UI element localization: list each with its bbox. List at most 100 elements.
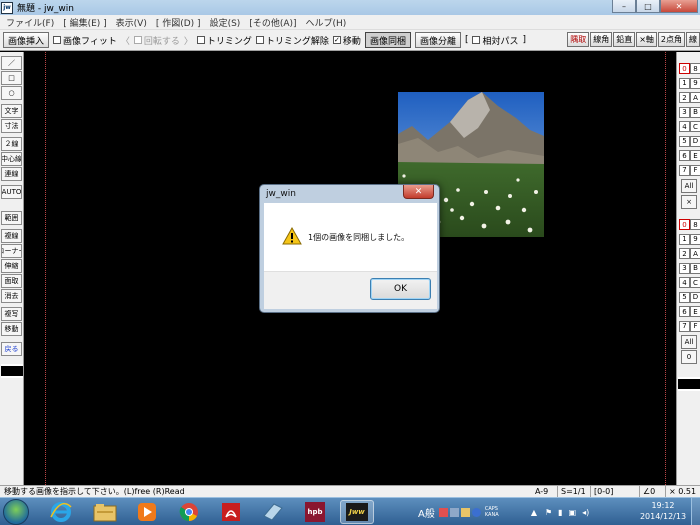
status-angle[interactable]: ∠0 (639, 486, 655, 497)
group2-layer-2[interactable]: 2 (679, 248, 690, 259)
menu-file[interactable]: ファイル(F) (6, 16, 54, 29)
group2-layer-E[interactable]: E (690, 306, 700, 317)
group2-layer-1[interactable]: 1 (679, 233, 690, 245)
menu-view[interactable]: 表示(V) (116, 16, 147, 29)
tray-ime-pad-icon[interactable] (449, 507, 459, 517)
tool-chamfer[interactable]: 面取 (1, 274, 22, 288)
tool-erase[interactable]: 消去 (1, 289, 22, 303)
tray-tool-icon[interactable] (460, 507, 470, 517)
image-split-button[interactable]: 画像分離 (414, 32, 461, 48)
group2-layer-C[interactable]: C (690, 277, 700, 288)
group1-layer-B[interactable]: B (690, 106, 700, 118)
fit-image-checkbox[interactable]: 画像フィット (53, 34, 117, 47)
group2-layer-3[interactable]: 3 (679, 262, 690, 274)
status-group[interactable]: [0-0] (590, 486, 638, 497)
tool-line[interactable]: ／ (1, 56, 22, 70)
tool-centerline[interactable]: 中心線 (1, 152, 22, 166)
group1-layer-F[interactable]: F (690, 164, 700, 176)
menu-draw[interactable]: [ 作図(D) ] (156, 16, 201, 29)
hpb-icon[interactable]: hpb (298, 500, 332, 524)
group2-layer-5[interactable]: 5 (679, 291, 690, 303)
group2-layer-9[interactable]: 9 (690, 233, 700, 245)
group1-layer-3[interactable]: 3 (679, 106, 690, 118)
tool-move[interactable]: 移動 (1, 322, 22, 336)
x-axis-button[interactable]: ×軸 (636, 32, 657, 47)
show-desktop-button[interactable] (691, 498, 700, 525)
layer-zero-button[interactable]: 0 (681, 350, 697, 364)
tool-corner[interactable]: コーナー (1, 244, 22, 258)
status-layer[interactable]: A-9 (532, 486, 548, 497)
volume-icon[interactable]: ◂) (582, 508, 589, 517)
tool-rectangle[interactable]: □ (1, 71, 22, 85)
minimize-button[interactable]: – (612, 0, 636, 13)
line-style-indicator[interactable] (1, 364, 23, 378)
help-icon[interactable] (471, 507, 481, 517)
notebook-icon[interactable] (256, 500, 290, 524)
line-button[interactable]: 線 (686, 32, 700, 47)
power-icon[interactable]: ▮ (558, 508, 562, 517)
corner-take-button[interactable]: 隅取 (567, 32, 590, 47)
show-hidden-icons-icon[interactable]: ▲ (531, 508, 537, 517)
group2-layer-D[interactable]: D (690, 291, 700, 303)
insert-image-button[interactable]: 画像挿入 (3, 32, 50, 48)
group2-layer-A[interactable]: A (690, 248, 700, 259)
group1-layer-E[interactable]: E (690, 150, 700, 161)
tool-auto[interactable]: AUTO (1, 185, 22, 199)
group2-layer-8[interactable]: 8 (690, 219, 700, 230)
tool-stretch[interactable]: 伸縮 (1, 259, 22, 273)
group2-layer-4[interactable]: 4 (679, 277, 690, 288)
ime-mode[interactable]: A般 (418, 505, 435, 520)
group1-layer-D[interactable]: D (690, 135, 700, 147)
group1-layer-0[interactable]: 0 (679, 63, 690, 74)
menu-settings[interactable]: 設定(S) (210, 16, 241, 29)
acrobat-icon[interactable] (214, 500, 248, 524)
jww-icon[interactable]: Jww (340, 500, 374, 524)
group1-layer-9[interactable]: 9 (690, 77, 700, 89)
media-player-icon[interactable] (130, 500, 164, 524)
relative-path-checkbox[interactable]: 相対パス (472, 34, 519, 47)
maximize-button[interactable]: □ (636, 0, 660, 13)
layer-x-button[interactable]: × (681, 195, 697, 209)
tool-range[interactable]: 範囲 (1, 211, 22, 225)
group1-layer-8[interactable]: 8 (690, 63, 700, 74)
start-button[interactable] (3, 499, 29, 525)
group2-layer-6[interactable]: 6 (679, 306, 690, 317)
menu-other[interactable]: [その他(A)] (249, 16, 296, 29)
tool-text[interactable]: 文字 (1, 104, 22, 118)
group2-layer-B[interactable]: B (690, 262, 700, 274)
group1-layer-6[interactable]: 6 (679, 150, 690, 161)
group1-layer-5[interactable]: 5 (679, 135, 690, 147)
group1-layer-2[interactable]: 2 (679, 92, 690, 103)
tool-circle[interactable]: ○ (1, 86, 22, 100)
rotate-checkbox[interactable]: 回転する (133, 34, 180, 47)
tool-copy[interactable]: 複写 (1, 307, 22, 321)
tool-double-line[interactable]: ２線 (1, 137, 22, 151)
internet-explorer-icon[interactable] (44, 500, 78, 524)
ok-button[interactable]: OK (370, 278, 431, 300)
menu-edit[interactable]: [ 編集(E) ] (63, 16, 106, 29)
group2-layer-7[interactable]: 7 (679, 320, 690, 332)
group2-layer-0[interactable]: 0 (679, 219, 690, 230)
dialog-close-button[interactable]: ✕ (403, 185, 434, 199)
clock[interactable]: 19:12 2014/12/13 (638, 500, 688, 522)
tool-undo[interactable]: 戻る (1, 342, 22, 356)
group1-layer-1[interactable]: 1 (679, 77, 690, 89)
explorer-icon[interactable] (88, 500, 122, 524)
status-scale[interactable]: S=1/1 (557, 486, 586, 497)
two-point-angle-button[interactable]: 2点角 (657, 32, 685, 47)
chrome-icon[interactable] (172, 500, 206, 524)
trimming-cancel-checkbox[interactable]: トリミング解除 (255, 34, 329, 47)
group1-layer-4[interactable]: 4 (679, 121, 690, 132)
group1-layer-C[interactable]: C (690, 121, 700, 132)
status-zoom[interactable]: × 0.51 (665, 486, 696, 497)
layer-all-button-1[interactable]: All (681, 179, 697, 193)
app-icon[interactable]: jw (1, 1, 13, 14)
trimming-checkbox[interactable]: トリミング (196, 34, 252, 47)
flag-icon[interactable]: ⚑ (545, 508, 552, 517)
group1-layer-7[interactable]: 7 (679, 164, 690, 176)
vertical-button[interactable]: 鉛直 (613, 32, 636, 47)
menu-help[interactable]: ヘルプ(H) (306, 16, 347, 29)
image-bundle-button[interactable]: 画像同梱 (364, 32, 411, 48)
group1-layer-A[interactable]: A (690, 92, 700, 103)
line-angle-button[interactable]: 線角 (590, 32, 613, 47)
